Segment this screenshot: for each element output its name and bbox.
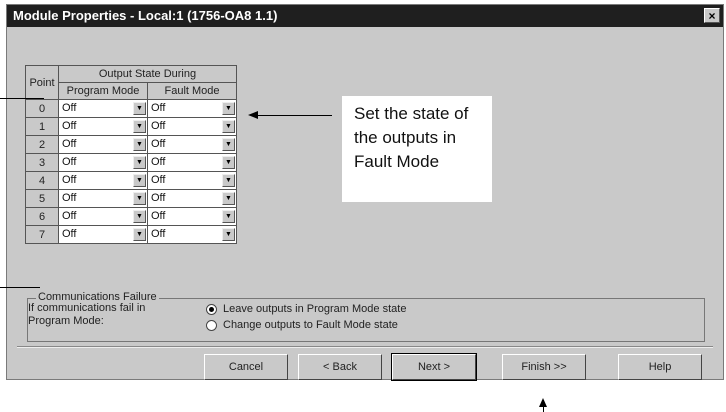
chevron-down-icon[interactable]: ▼ [222, 174, 235, 187]
fault-mode-select[interactable]: Off ▼ [147, 225, 237, 244]
fault-mode-value: Off [151, 210, 166, 222]
cancel-button[interactable]: Cancel [204, 354, 288, 380]
program-mode-value: Off [62, 192, 77, 204]
fault-mode-select[interactable]: Off ▼ [147, 153, 237, 172]
header-point: Point [25, 65, 59, 100]
communications-failure-group: Communications Failure If communications… [27, 291, 705, 342]
header-program-mode: Program Mode [58, 82, 148, 100]
fault-mode-value: Off [151, 192, 166, 204]
radio-leave-outputs-label: Leave outputs in Program Mode state [223, 303, 407, 315]
chevron-down-icon[interactable]: ▼ [222, 102, 235, 115]
finish-arrowhead [539, 398, 547, 407]
grid-row: 2 Off ▼ Off ▼ [25, 135, 237, 154]
fault-mode-value: Off [151, 156, 166, 168]
fault-mode-select[interactable]: Off ▼ [147, 207, 237, 226]
grid-row: 1 Off ▼ Off ▼ [25, 117, 237, 136]
comms-description: If communications fail in Program Mode: [28, 302, 145, 328]
chevron-down-icon[interactable]: ▼ [133, 192, 146, 205]
point-cell: 1 [25, 117, 59, 136]
program-mode-value: Off [62, 120, 77, 132]
program-mode-value: Off [62, 102, 77, 114]
fault-mode-value: Off [151, 228, 166, 240]
program-mode-value: Off [62, 156, 77, 168]
program-mode-select[interactable]: Off ▼ [58, 153, 148, 172]
program-mode-select[interactable]: Off ▼ [58, 117, 148, 136]
callout-line3: Fault Mode [354, 152, 440, 171]
radio-change-outputs-label: Change outputs to Fault Mode state [223, 319, 398, 331]
grid-row: 6 Off ▼ Off ▼ [25, 207, 237, 226]
radio-leave-outputs-icon[interactable] [206, 303, 217, 315]
point-cell: 7 [25, 225, 59, 244]
left-arrow-line-top [0, 98, 44, 99]
back-button[interactable]: < Back [298, 354, 382, 380]
program-mode-select[interactable]: Off ▼ [58, 225, 148, 244]
chevron-down-icon[interactable]: ▼ [222, 120, 235, 133]
chevron-down-icon[interactable]: ▼ [133, 210, 146, 223]
fault-mode-select[interactable]: Off ▼ [147, 189, 237, 208]
grid-row: 0 Off ▼ Off ▼ [25, 99, 237, 118]
point-cell: 6 [25, 207, 59, 226]
chevron-down-icon[interactable]: ▼ [133, 138, 146, 151]
finish-button[interactable]: Finish >> [502, 354, 586, 380]
header-fault-mode: Fault Mode [147, 82, 237, 100]
comms-text-line1: If communications fail in [28, 302, 146, 314]
fault-mode-value: Off [151, 138, 166, 150]
dialog-title: Module Properties - Local:1 (1756-OA8 1.… [13, 8, 278, 23]
program-mode-value: Off [62, 138, 77, 150]
point-cell: 4 [25, 171, 59, 190]
callout-line2: the outputs in [354, 128, 457, 147]
program-mode-value: Off [62, 210, 77, 222]
chevron-down-icon[interactable]: ▼ [133, 102, 146, 115]
fault-mode-select[interactable]: Off ▼ [147, 99, 237, 118]
comms-text-line2: Program Mode: [28, 315, 104, 327]
chevron-down-icon[interactable]: ▼ [222, 138, 235, 151]
grid-row: 3 Off ▼ Off ▼ [25, 153, 237, 172]
grid-body: 0 Off ▼ Off ▼ 1 Off ▼ Off ▼ 2 Off ▼ Off ▼ 3 Off ▼ Off ▼ 4 Off… [25, 99, 237, 244]
grid-row: 5 Off ▼ Off ▼ [25, 189, 237, 208]
callout-arrow-line [258, 115, 332, 116]
callout-fault-mode: Set the state of the outputs in Fault Mo… [342, 96, 492, 202]
grid-row: 7 Off ▼ Off ▼ [25, 225, 237, 244]
program-mode-select[interactable]: Off ▼ [58, 99, 148, 118]
chevron-down-icon[interactable]: ▼ [222, 192, 235, 205]
point-cell: 0 [25, 99, 59, 118]
fault-mode-select[interactable]: Off ▼ [147, 135, 237, 154]
title-bar: Module Properties - Local:1 (1756-OA8 1.… [7, 5, 723, 27]
callout-line1: Set the state of [354, 104, 469, 123]
close-icon[interactable]: × [704, 8, 720, 23]
help-button[interactable]: Help [618, 354, 702, 380]
program-mode-value: Off [62, 174, 77, 186]
header-output-state-during: Output State During [58, 65, 237, 83]
program-mode-select[interactable]: Off ▼ [58, 135, 148, 154]
left-arrow-line-bottom [0, 287, 40, 288]
chevron-down-icon[interactable]: ▼ [133, 228, 146, 241]
grid-row: 4 Off ▼ Off ▼ [25, 171, 237, 190]
point-cell: 3 [25, 153, 59, 172]
fault-mode-value: Off [151, 102, 166, 114]
fault-mode-value: Off [151, 120, 166, 132]
next-button[interactable]: Next > [391, 353, 477, 381]
program-mode-select[interactable]: Off ▼ [58, 189, 148, 208]
chevron-down-icon[interactable]: ▼ [133, 156, 146, 169]
chevron-down-icon[interactable]: ▼ [133, 174, 146, 187]
chevron-down-icon[interactable]: ▼ [222, 210, 235, 223]
fault-mode-select[interactable]: Off ▼ [147, 117, 237, 136]
chevron-down-icon[interactable]: ▼ [222, 228, 235, 241]
separator [17, 346, 713, 348]
fault-mode-select[interactable]: Off ▼ [147, 171, 237, 190]
callout-arrowhead [248, 111, 258, 119]
point-cell: 2 [25, 135, 59, 154]
radio-leave-outputs[interactable]: Leave outputs in Program Mode state [206, 303, 406, 315]
program-mode-select[interactable]: Off ▼ [58, 207, 148, 226]
point-cell: 5 [25, 189, 59, 208]
output-state-table: Point Output State During Program Mode F… [25, 65, 237, 244]
program-mode-value: Off [62, 228, 77, 240]
program-mode-select[interactable]: Off ▼ [58, 171, 148, 190]
radio-change-outputs-icon[interactable] [206, 319, 217, 331]
chevron-down-icon[interactable]: ▼ [222, 156, 235, 169]
fault-mode-value: Off [151, 174, 166, 186]
radio-change-outputs[interactable]: Change outputs to Fault Mode state [206, 319, 398, 331]
chevron-down-icon[interactable]: ▼ [133, 120, 146, 133]
